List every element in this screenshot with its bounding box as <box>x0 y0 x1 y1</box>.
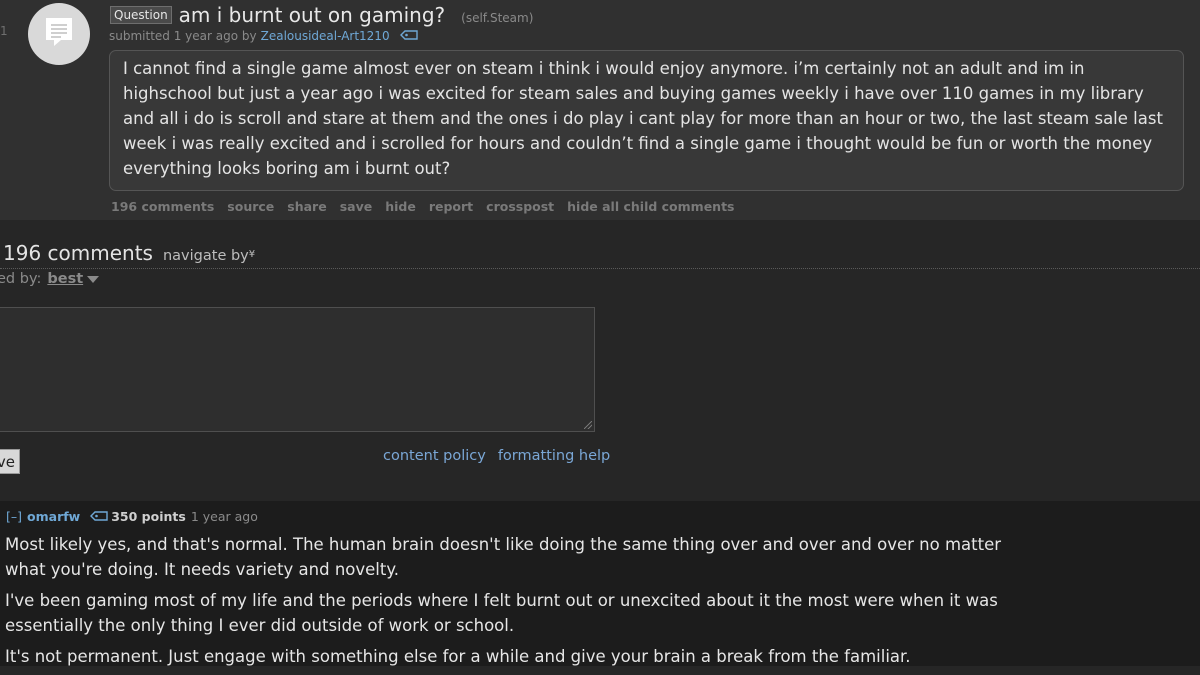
hide-child-comments-button[interactable]: hide all child comments <box>567 199 734 214</box>
self-post-text-icon <box>43 15 75 53</box>
comment-body: Most likely yes, and that's normal. The … <box>5 532 1045 675</box>
comment-score: 350 points <box>111 509 186 524</box>
sort-dropdown[interactable]: best <box>47 271 83 287</box>
comment-paragraph: It's not permanent. Just engage with som… <box>5 647 911 666</box>
post-domain[interactable]: (self.Steam) <box>461 11 533 25</box>
post-flair: Question <box>110 6 172 24</box>
hide-button[interactable]: hide <box>385 199 416 214</box>
share-button[interactable]: share <box>287 199 326 214</box>
resize-handle-icon[interactable] <box>584 421 592 429</box>
submitted-text: submitted 1 year ago by <box>109 29 257 43</box>
source-button[interactable]: source <box>227 199 274 214</box>
save-comment-button[interactable]: ve <box>0 449 20 474</box>
caret-down-icon[interactable] <box>87 275 100 283</box>
sort-control: ed by: best <box>0 271 100 287</box>
save-post-button[interactable]: save <box>340 199 373 214</box>
comments-header: 196 comments navigate by¥ <box>3 241 255 265</box>
comment-tagline: [–] omarfw 350 points 1 year ago <box>6 509 258 524</box>
user-tag-icon[interactable] <box>90 509 108 524</box>
post-title[interactable]: am i burnt out on gaming? <box>179 3 445 27</box>
post-rank: 1 <box>0 24 8 38</box>
comment-author[interactable]: omarfw <box>27 509 80 524</box>
divider <box>0 268 1200 269</box>
crosspost-button[interactable]: crosspost <box>486 199 554 214</box>
comment-paragraph: I've been gaming most of my life and the… <box>5 591 998 635</box>
double-chevron-down-icon: ¥ <box>248 249 256 260</box>
user-tag-icon[interactable] <box>399 29 418 43</box>
sorted-by-label: ed by: <box>0 271 42 287</box>
report-button[interactable]: report <box>429 199 473 214</box>
navigate-by-label: navigate by <box>162 248 249 264</box>
content-policy-link[interactable]: content policy <box>383 448 486 464</box>
comment-textarea[interactable] <box>0 307 595 432</box>
comment-paragraph: Most likely yes, and that's normal. The … <box>5 535 1002 579</box>
comments-link[interactable]: 196 comments <box>111 199 214 214</box>
collapse-comment-button[interactable]: [–] <box>6 509 22 524</box>
post-author[interactable]: Zealousideal-Art1210 <box>261 29 390 43</box>
post-body: I cannot find a single game almost ever … <box>109 50 1184 191</box>
formatting-help-link[interactable]: formatting help <box>498 448 610 464</box>
navigate-by[interactable]: navigate by¥ <box>163 248 255 264</box>
comments-count-title: 196 comments <box>3 241 153 265</box>
post-thumbnail[interactable] <box>28 3 90 65</box>
comment-time: 1 year ago <box>190 509 258 524</box>
post-title-row: Question am i burnt out on gaming? (self… <box>110 3 533 27</box>
post-buttons: 196 comments source share save hide repo… <box>111 199 748 214</box>
post-tagline: submitted 1 year ago by Zealousideal-Art… <box>109 29 418 43</box>
help-links: content policy formatting help <box>383 448 622 464</box>
